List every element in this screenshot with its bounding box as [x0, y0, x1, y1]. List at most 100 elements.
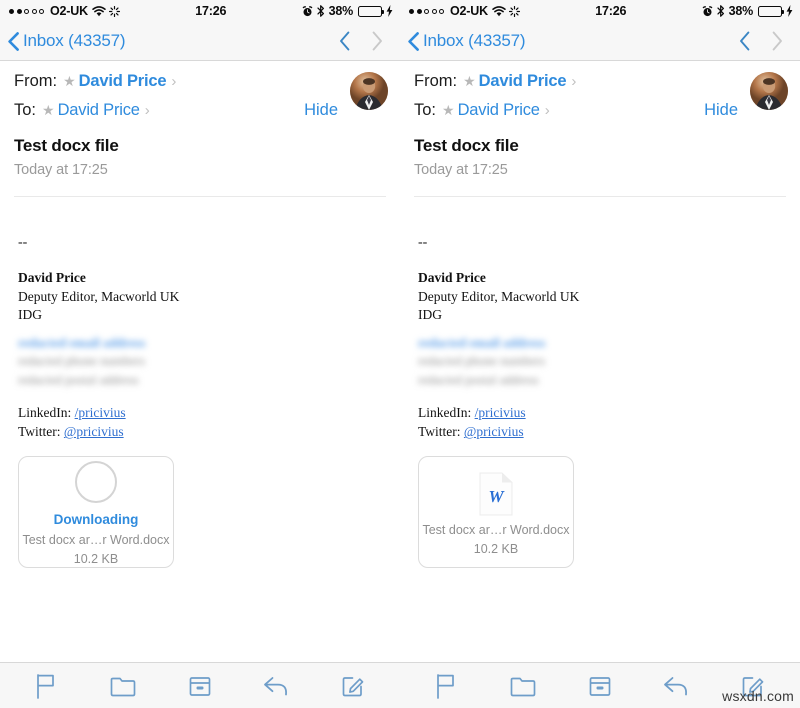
twitter-link[interactable]: @pricivius: [64, 424, 124, 439]
linkedin-label: LinkedIn:: [18, 405, 72, 421]
folder-icon[interactable]: [108, 671, 138, 701]
back-label: Inbox (43357): [23, 31, 126, 50]
archive-box-icon[interactable]: [585, 671, 615, 701]
signature-title: Deputy Editor, Macworld UK: [418, 288, 580, 304]
alarm-clock-icon: [702, 5, 713, 17]
navigation-bar-right: Inbox (43357): [400, 22, 800, 61]
message-header-left: From: ★ David Price › To: ★ David Price …: [0, 61, 400, 118]
subject-block-right: Test docx file Today at 17:25: [400, 118, 800, 178]
battery-icon: [358, 5, 384, 17]
avatar[interactable]: [350, 72, 388, 110]
back-to-inbox-button[interactable]: Inbox (43357): [408, 31, 526, 51]
redacted-address-line: redacted postal address: [18, 371, 139, 387]
signature-name: David Price: [418, 270, 486, 285]
folder-icon[interactable]: [508, 671, 538, 701]
linkedin-link[interactable]: /pricivius: [75, 405, 126, 420]
redacted-email-line: redacted email address: [418, 334, 546, 350]
to-label: To:: [14, 100, 37, 119]
back-to-inbox-button[interactable]: Inbox (43357): [8, 31, 126, 51]
to-recipient-name[interactable]: David Price: [458, 101, 540, 119]
twitter-row: Twitter: @pricivius: [18, 422, 382, 441]
chevron-up-icon[interactable]: [738, 30, 751, 52]
attachment-area-right: W Test docx ar…r Word.docx 10.2 KB: [400, 442, 800, 568]
chevron-down-icon[interactable]: [371, 30, 384, 52]
message-timestamp: Today at 17:25: [414, 162, 508, 178]
message-timestamp: Today at 17:25: [14, 162, 108, 178]
signature-name: David Price: [18, 270, 86, 285]
compose-pencil-icon[interactable]: [339, 671, 369, 701]
twitter-label: Twitter:: [418, 424, 461, 440]
to-row: To: ★ David Price › Hide: [414, 101, 786, 119]
signature-separator: --: [418, 235, 428, 250]
message-body-right: -- David Price Deputy Editor, Macworld U…: [400, 197, 800, 442]
to-row: To: ★ David Price › Hide: [14, 100, 386, 119]
attachment-filename: Test docx ar…r Word.docx: [22, 533, 170, 548]
svg-text:W: W: [488, 487, 505, 506]
signature-title: Deputy Editor, Macworld UK: [18, 288, 180, 304]
star-icon: ★: [63, 73, 76, 89]
phone-screen-right: O2-UK 17:26 38% Inbox (43357) From: ★ Da…: [400, 0, 800, 708]
carrier-label: O2-UK: [450, 4, 488, 18]
message-nav-arrows: [738, 30, 790, 52]
signature-separator: --: [18, 235, 28, 250]
message-content-left: From: ★ David Price › To: ★ David Price …: [0, 61, 400, 662]
from-sender-name[interactable]: David Price: [79, 73, 167, 90]
spinner-icon: [508, 5, 520, 17]
chevron-up-icon[interactable]: [338, 30, 351, 52]
linkedin-label: LinkedIn:: [418, 405, 472, 421]
attachment-card-downloading[interactable]: Downloading Test docx ar…r Word.docx 10.…: [18, 455, 174, 568]
bluetooth-icon: [316, 5, 325, 17]
signature-company: IDG: [18, 307, 42, 323]
page-title: Test docx file: [414, 136, 519, 155]
attachment-area-left: Downloading Test docx ar…r Word.docx 10.…: [0, 442, 400, 568]
chevron-left-icon: [8, 31, 19, 51]
bottom-toolbar-left: [0, 662, 400, 708]
wifi-icon: [92, 6, 106, 17]
attachment-status-label: Downloading: [53, 512, 139, 528]
status-bar-left-group: O2-UK: [409, 4, 520, 18]
spinner-icon: [108, 5, 120, 17]
chevron-right-icon: ›: [544, 101, 550, 119]
redacted-address-line: redacted postal address: [418, 371, 539, 387]
from-sender-name[interactable]: David Price: [479, 73, 567, 90]
subject-block-left: Test docx file Today at 17:25: [0, 118, 400, 178]
signature-company: IDG: [418, 307, 442, 323]
status-bar-left-group: O2-UK: [9, 4, 120, 18]
phone-screen-left: O2-UK 17:26 38% Inbox (43357) From: ★ Da…: [0, 0, 400, 708]
chevron-down-icon[interactable]: [771, 30, 784, 52]
linkedin-link[interactable]: /pricivius: [475, 405, 526, 420]
chevron-right-icon: ›: [144, 101, 150, 119]
from-label: From:: [414, 72, 458, 90]
redacted-contact-block: redacted email address redacted phone nu…: [418, 334, 782, 389]
avatar[interactable]: [750, 72, 788, 110]
message-nav-arrows: [338, 30, 390, 52]
star-icon: ★: [42, 101, 55, 118]
attachment-card-downloaded[interactable]: W Test docx ar…r Word.docx 10.2 KB: [418, 455, 574, 568]
star-icon: ★: [442, 101, 455, 118]
chevron-left-icon: [408, 31, 419, 51]
avatar-image: [750, 72, 788, 110]
status-bar-right-group: 38%: [702, 4, 793, 18]
twitter-row: Twitter: @pricivius: [418, 422, 782, 441]
signal-strength-dots: [9, 8, 44, 14]
status-bar-right: O2-UK 17:26 38%: [400, 0, 800, 22]
page-title: Test docx file: [14, 136, 119, 155]
reply-arrow-icon[interactable]: [262, 671, 292, 701]
attachment-filesize: 10.2 KB: [73, 552, 119, 567]
progress-circle-icon: [75, 461, 117, 504]
twitter-link[interactable]: @pricivius: [464, 424, 524, 439]
flag-icon[interactable]: [431, 671, 461, 701]
reply-arrow-icon[interactable]: [662, 671, 692, 701]
message-body-left: -- David Price Deputy Editor, Macworld U…: [0, 197, 400, 442]
battery-icon: [758, 5, 784, 17]
flag-icon[interactable]: [31, 671, 61, 701]
bluetooth-icon: [716, 5, 725, 17]
battery-percent-label: 38%: [328, 4, 354, 18]
to-recipient-name[interactable]: David Price: [58, 101, 140, 119]
archive-box-icon[interactable]: [185, 671, 215, 701]
message-header-right: From: ★ David Price › To: ★ David Price …: [400, 61, 800, 118]
watermark: wsxdn.com: [722, 688, 794, 704]
from-row: From: ★ David Price ›: [14, 73, 386, 90]
chevron-right-icon: ›: [171, 73, 177, 90]
social-links-block: LinkedIn: /pricivius Twitter: @pricivius: [18, 403, 382, 441]
